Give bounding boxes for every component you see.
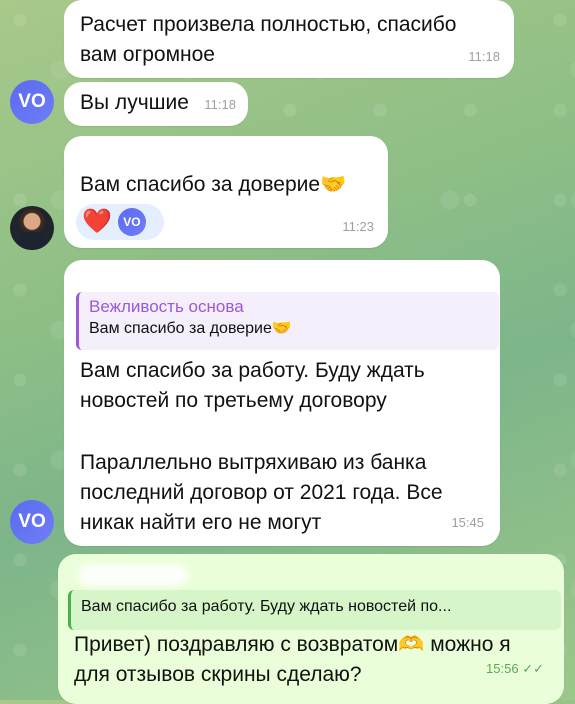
- message-bubble[interactable]: Вам спасибо за доверие🤝 ❤️ VO 11:23: [64, 136, 388, 248]
- reply-author: Вежливость основа: [89, 297, 244, 316]
- message-text: Вам спасибо за доверие🤝: [80, 173, 347, 196]
- message-time: 11:18: [204, 97, 236, 112]
- message-text: Вы лучшие: [80, 91, 189, 114]
- message-time: 11:18: [468, 49, 500, 64]
- reply-text: Вам спасибо за работу. Буду ждать новост…: [81, 598, 452, 615]
- reaction-user-avatar: VO: [117, 208, 146, 236]
- message-time: 15:56 ✓✓: [486, 661, 544, 676]
- message-bubble[interactable]: Вам спасибо за работу. Буду ждать новост…: [58, 554, 564, 704]
- reaction-pill[interactable]: ❤️ VO: [76, 204, 164, 240]
- avatar[interactable]: [10, 206, 54, 250]
- message-time: 15:45: [451, 515, 484, 530]
- avatar-initials: VO: [18, 91, 46, 112]
- reply-text: Вам спасибо за доверие🤝: [89, 320, 292, 337]
- message-text: Вам спасибо за работу. Буду ждать новост…: [80, 359, 425, 412]
- heart-reaction-icon: ❤️: [82, 208, 112, 235]
- reply-author-redacted: [78, 564, 188, 586]
- read-status-icon: ✓✓: [522, 661, 544, 676]
- message-bubble[interactable]: Вежливость основа Вам спасибо за доверие…: [64, 260, 500, 546]
- reply-quote[interactable]: Вежливость основа Вам спасибо за доверие…: [76, 292, 499, 350]
- message-bubble[interactable]: Расчет произвела полностью, спасибо вам …: [64, 0, 514, 78]
- message-text: Параллельно вытряхиваю из банка последни…: [80, 451, 443, 534]
- message-bubble[interactable]: Вы лучшие 11:18: [64, 82, 248, 126]
- avatar[interactable]: VO: [10, 80, 54, 124]
- message-text: Расчет произвела полностью, спасибо вам …: [80, 13, 457, 66]
- message-time: 11:23: [342, 219, 374, 234]
- reply-quote[interactable]: Вам спасибо за работу. Буду ждать новост…: [68, 590, 561, 630]
- avatar[interactable]: VO: [10, 500, 54, 544]
- avatar-initials: VO: [18, 511, 46, 532]
- message-text: Привет) поздравляю с возвратом🫶 можно я …: [74, 633, 511, 686]
